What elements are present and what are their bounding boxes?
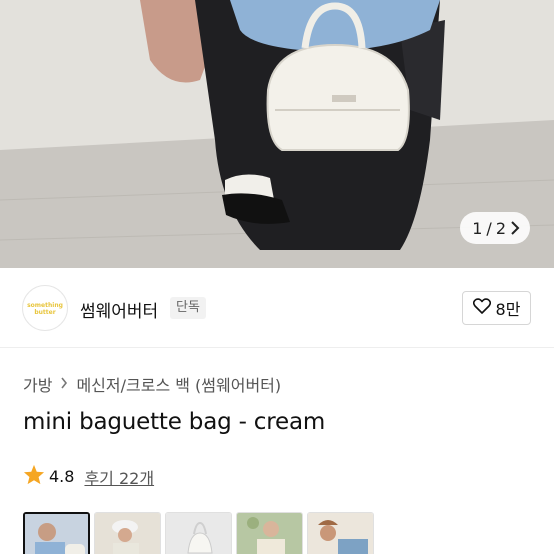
reviews-link[interactable]: 후기 22개 (84, 465, 154, 489)
heart-outline-icon (472, 298, 491, 318)
seller-logo-image: something butter (27, 302, 63, 316)
svg-text:something: something (27, 302, 63, 309)
svg-text:butter: butter (34, 309, 55, 316)
rating-score: 4.8 (49, 467, 75, 486)
breadcrumb-level1[interactable]: 가방 (23, 372, 52, 396)
exclusive-badge: 단독 (170, 297, 206, 319)
review-thumbnail[interactable] (94, 512, 161, 554)
pager-total: 2 (495, 218, 506, 238)
like-count: 8만 (495, 300, 521, 319)
review-thumbnail[interactable] (165, 512, 232, 554)
chevron-right-icon (510, 221, 520, 235)
product-title: mini baguette bag - cream (23, 409, 326, 435)
review-thumbnail[interactable] (307, 512, 374, 554)
star-icon (23, 464, 45, 489)
seller-row: something butter 썸웨어버터 단독 8만 (0, 268, 554, 348)
breadcrumb-level2[interactable]: 메신저/크로스 백 (썸웨어버터) (76, 372, 281, 396)
seller-name[interactable]: 썸웨어버터 (80, 297, 158, 322)
review-thumbnail[interactable] (236, 512, 303, 554)
review-thumbnails (23, 512, 374, 554)
breadcrumb: 가방 메신저/크로스 백 (썸웨어버터) (23, 372, 281, 396)
chevron-right-icon (60, 375, 68, 393)
seller-logo[interactable]: something butter (22, 285, 68, 331)
pager-separator: / (486, 218, 492, 238)
review-thumbnail[interactable] (23, 512, 90, 554)
like-button[interactable]: 8만 (462, 291, 531, 325)
product-image-carousel[interactable]: 1 / 2 (0, 0, 554, 268)
image-pager[interactable]: 1 / 2 (460, 212, 530, 244)
pager-current: 1 (472, 218, 483, 238)
rating-row: 4.8 후기 22개 (23, 464, 154, 489)
